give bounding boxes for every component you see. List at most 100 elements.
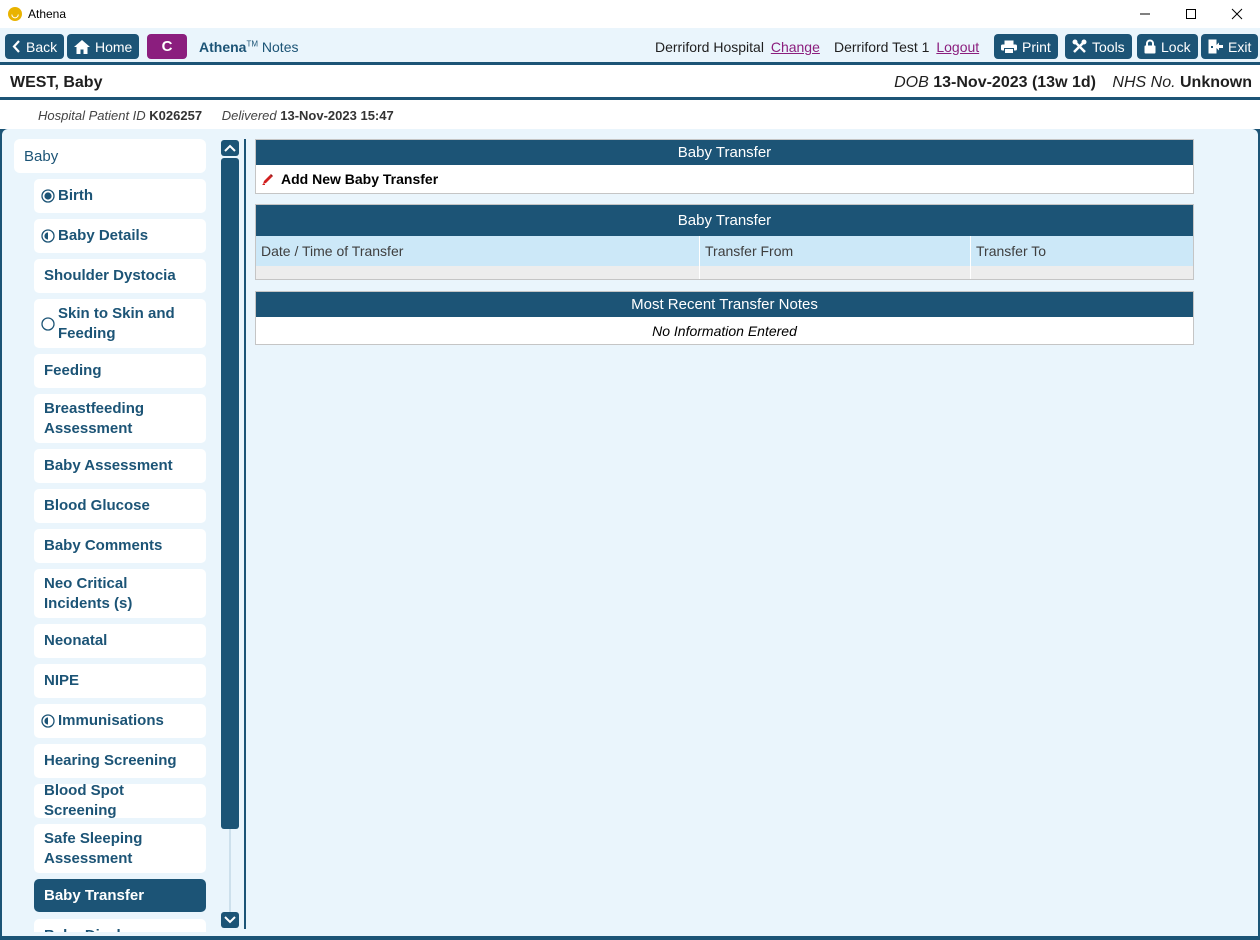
sidebar-section-baby[interactable]: Baby — [14, 139, 206, 173]
sidebar-item-baby-transfer[interactable]: Baby Transfer — [34, 879, 206, 912]
sidebar-item-label: Baby Comments — [44, 537, 163, 554]
change-hospital-link[interactable]: Change — [771, 39, 820, 55]
empty-icon — [41, 316, 55, 331]
minimize-icon — [1140, 13, 1150, 15]
brand-name: Athena — [199, 39, 247, 55]
athena-logo-icon: ◡ — [8, 7, 22, 21]
table-empty-row — [256, 266, 1193, 279]
sidebar-item-blood-glucose[interactable]: Blood Glucose — [34, 489, 206, 523]
patient-sub-banner: Hospital Patient ID K026257 Delivered 13… — [0, 101, 1260, 129]
home-button[interactable]: Home — [67, 34, 140, 59]
sidebar-item-feeding[interactable]: Feeding — [34, 354, 206, 388]
partial-icon — [41, 714, 55, 728]
complete-icon — [41, 189, 55, 203]
user-info: Derriford Test 1 Logout — [834, 39, 979, 55]
partial-icon — [41, 229, 55, 243]
dob-label: DOB — [894, 74, 929, 91]
context-button[interactable]: C — [147, 34, 187, 59]
close-icon — [1231, 8, 1243, 20]
table-title: Baby Transfer — [256, 205, 1193, 236]
sidebar-item-hearing-screening[interactable]: Hearing Screening — [34, 744, 206, 778]
table-header: Date / Time of Transfer Transfer From Tr… — [256, 236, 1193, 266]
logout-link[interactable]: Logout — [936, 39, 979, 55]
sidebar-scrollbar[interactable] — [221, 139, 241, 932]
sidebar-item-blood-spot-screening[interactable]: Blood Spot Screening — [34, 782, 206, 819]
exit-icon — [1208, 39, 1223, 54]
maximize-button[interactable] — [1168, 0, 1214, 28]
scroll-up-button[interactable] — [221, 140, 239, 156]
sidebar-item-nipe[interactable]: NIPE — [34, 664, 206, 698]
back-label: Back — [26, 38, 58, 55]
lock-button[interactable]: Lock — [1137, 34, 1198, 59]
main-toolbar: Back Home C AthenaTM Notes Derriford Hos… — [0, 28, 1260, 65]
scroll-rail — [229, 829, 231, 912]
delivered-value: 13-Nov-2023 15:47 — [280, 108, 394, 123]
add-new-transfer-label: Add New Baby Transfer — [281, 171, 439, 187]
add-panel-title: Baby Transfer — [256, 140, 1193, 165]
sidebar-item-label: Immunisations — [58, 712, 164, 729]
window-controls — [1122, 0, 1260, 28]
sidebar-item-label: Feeding — [44, 362, 102, 379]
patient-identifiers: DOB 13-Nov-2023 (13w 1d) NHS No. Unknown — [894, 74, 1252, 92]
hospital-name: Derriford Hospital — [655, 39, 764, 55]
sidebar-item-neonatal[interactable]: Neonatal — [34, 624, 206, 658]
patient-name: WEST, Baby — [10, 74, 103, 91]
close-window-button[interactable] — [1214, 0, 1260, 28]
nhs-label: NHS No. — [1112, 74, 1176, 91]
sidebar-item-neo-critical-incidents-s[interactable]: Neo Critical Incidents (s) — [34, 569, 206, 618]
hospital-id-value: K026257 — [149, 108, 203, 123]
notes-empty-message: No Information Entered — [652, 322, 797, 339]
chevron-up-icon — [224, 144, 236, 152]
sidebar-item-label: Breastfeeding Assessment — [44, 399, 145, 437]
sidebar-item-label: Hearing Screening — [44, 752, 177, 769]
pencil-icon — [262, 174, 273, 185]
sidebar-item-birth[interactable]: Birth — [34, 179, 206, 213]
sidebar-item-baby-details[interactable]: Baby Details — [34, 219, 206, 253]
brand-tm: TM — [246, 39, 259, 49]
sidebar-item-label: Birth — [58, 187, 93, 204]
scroll-thumb[interactable] — [221, 158, 239, 829]
sidebar-item-label: Safe Sleeping Assessment — [44, 829, 143, 867]
exit-label: Exit — [1228, 38, 1252, 55]
sidebar-item-immunisations[interactable]: Immunisations — [34, 704, 206, 738]
brand-suffix: Notes — [261, 39, 299, 55]
dob-value: 13-Nov-2023 (13w 1d) — [933, 74, 1096, 91]
column-header-date[interactable]: Date / Time of Transfer — [256, 236, 700, 266]
window-title: Athena — [28, 7, 67, 21]
sidebar-item-breastfeeding-assessment[interactable]: Breastfeeding Assessment — [34, 394, 206, 443]
patient-banner: WEST, Baby DOB 13-Nov-2023 (13w 1d) NHS … — [0, 67, 1260, 100]
sidebar-item-label: Baby Discharge — [44, 926, 157, 932]
transfer-notes-panel: Most Recent Transfer Notes No Informatio… — [255, 291, 1194, 345]
minimize-button[interactable] — [1122, 0, 1168, 28]
patient-ids: Hospital Patient ID K026257 Delivered 13… — [38, 108, 394, 123]
add-new-transfer-link[interactable]: Add New Baby Transfer — [256, 165, 1193, 193]
window-titlebar: ◡ Athena — [0, 0, 1260, 28]
printer-icon — [1001, 40, 1017, 54]
sidebar-item-shoulder-dystocia[interactable]: Shoulder Dystocia — [34, 259, 206, 293]
sidebar-item-skin-to-skin-and-feeding[interactable]: Skin to Skin and Feeding — [34, 299, 206, 348]
home-icon — [74, 39, 90, 54]
sidebar-item-baby-discharge[interactable]: Baby Discharge — [34, 919, 206, 932]
hospital-info: Derriford Hospital Change — [655, 39, 820, 55]
sidebar-item-baby-assessment[interactable]: Baby Assessment — [34, 449, 206, 483]
home-label: Home — [95, 38, 133, 55]
table-cell — [700, 266, 971, 279]
column-header-to[interactable]: Transfer To — [971, 236, 1193, 266]
sidebar-item-baby-comments[interactable]: Baby Comments — [34, 529, 206, 563]
print-label: Print — [1022, 38, 1051, 55]
scroll-down-button[interactable] — [221, 912, 239, 928]
sidebar-item-safe-sleeping-assessment[interactable]: Safe Sleeping Assessment — [34, 824, 206, 873]
tools-button[interactable]: Tools — [1065, 34, 1132, 59]
main-area: Baby Birth Baby Details Shoulder Dystocia S… — [0, 129, 1260, 940]
exit-button[interactable]: Exit — [1201, 34, 1259, 59]
sidebar-item-label: Baby Assessment — [44, 457, 173, 474]
table-cell — [971, 266, 1193, 279]
app-brand: AthenaTM Notes — [199, 39, 298, 55]
tools-label: Tools — [1092, 38, 1125, 55]
sidebar-item-label: Skin to Skin and Feeding — [58, 304, 175, 342]
column-header-from[interactable]: Transfer From — [700, 236, 971, 266]
print-button[interactable]: Print — [994, 34, 1058, 59]
back-button[interactable]: Back — [5, 34, 65, 59]
sidebar-item-label: Baby Details — [58, 227, 149, 244]
sidebar-nav: Baby Birth Baby Details Shoulder Dystocia S… — [14, 139, 210, 932]
